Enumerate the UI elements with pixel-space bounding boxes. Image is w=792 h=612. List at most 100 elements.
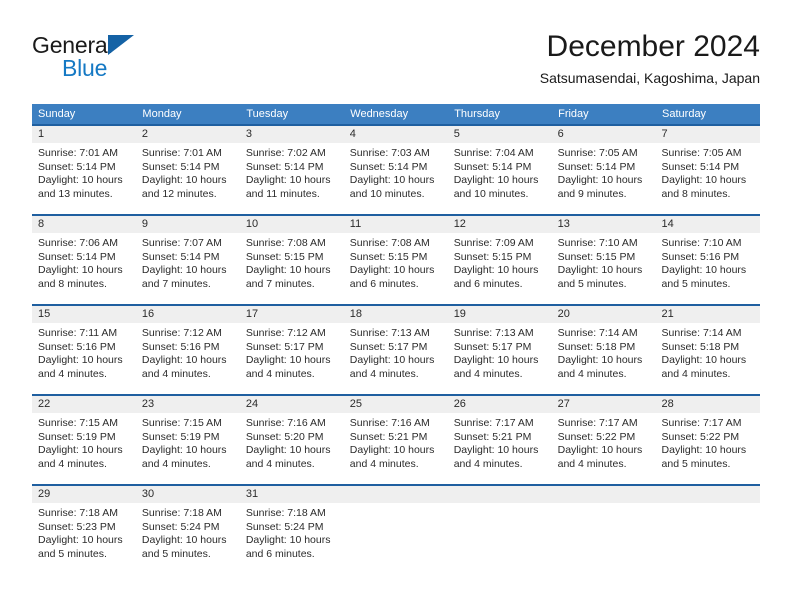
calendar-day-cell[interactable]: 28 Sunrise: 7:17 AM Sunset: 5:22 PM Dayligh… [655, 394, 760, 485]
day-details: Sunrise: 7:18 AM Sunset: 5:24 PM Daylight:… [240, 503, 344, 561]
day-details: Sunrise: 7:08 AM Sunset: 5:15 PM Daylight:… [344, 233, 448, 291]
sunset-text: Sunset: 5:15 PM [557, 250, 636, 263]
day-number [447, 486, 552, 503]
calendar-page: General Blue December 2024 Satsumasendai… [0, 0, 792, 612]
sunrise-text: Sunrise: 7:15 AM [38, 417, 118, 429]
calendar-day-cell[interactable]: 18 Sunrise: 7:13 AM Sunset: 5:17 PM Dayligh… [343, 304, 448, 395]
day-details: Sunrise: 7:14 AM Sunset: 5:18 PM Daylight:… [656, 323, 760, 381]
calendar-day-cell[interactable]: 12 Sunrise: 7:09 AM Sunset: 5:15 PM Dayligh… [447, 214, 552, 305]
sunrise-text: Sunrise: 7:12 AM [245, 327, 326, 339]
calendar-day-cell[interactable]: 10 Sunrise: 7:08 AM Sunset: 5:15 PM Dayligh… [239, 214, 344, 305]
calendar-week-row: 15 Sunrise: 7:11 AM Sunset: 5:16 PM Dayligh… [32, 304, 760, 395]
day-details: Sunrise: 7:18 AM Sunset: 5:23 PM Daylight:… [32, 503, 136, 561]
calendar-day-cell[interactable]: 19 Sunrise: 7:13 AM Sunset: 5:17 PM Dayligh… [447, 304, 552, 395]
sunrise-text: Sunrise: 7:17 AM [661, 417, 742, 429]
daylight-text: Daylight: 10 hours and 13 minutes. [38, 174, 123, 200]
calendar-day-cell[interactable]: 4 Sunrise: 7:03 AM Sunset: 5:14 PM Daylight… [343, 124, 448, 215]
calendar-day-cell[interactable]: 13 Sunrise: 7:10 AM Sunset: 5:15 PM Dayligh… [551, 214, 656, 305]
calendar-empty-cell [447, 484, 552, 574]
day-details: Sunrise: 7:04 AM Sunset: 5:14 PM Daylight:… [448, 143, 552, 201]
calendar-header-saturday: Saturday [655, 104, 760, 125]
sunrise-text: Sunrise: 7:17 AM [453, 417, 534, 429]
sunrise-text: Sunrise: 7:17 AM [557, 417, 638, 429]
sunset-text: Sunset: 5:24 PM [245, 520, 324, 533]
calendar-day-cell[interactable]: 29 Sunrise: 7:18 AM Sunset: 5:23 PM Dayligh… [32, 484, 136, 574]
calendar-day-cell[interactable]: 2 Sunrise: 7:01 AM Sunset: 5:14 PM Daylight… [135, 124, 240, 215]
day-details: Sunrise: 7:18 AM Sunset: 5:24 PM Daylight:… [136, 503, 240, 561]
brand-name-blue: Blue [62, 55, 108, 81]
calendar-day-cell[interactable]: 14 Sunrise: 7:10 AM Sunset: 5:16 PM Dayligh… [655, 214, 760, 305]
day-number: 5 [447, 126, 552, 143]
sunrise-text: Sunrise: 7:06 AM [38, 237, 118, 249]
day-number: 30 [135, 486, 240, 503]
daylight-text: Daylight: 10 hours and 10 minutes. [349, 174, 435, 200]
day-number: 21 [655, 306, 760, 323]
sunrise-text: Sunrise: 7:18 AM [38, 507, 118, 519]
calendar-day-cell[interactable]: 16 Sunrise: 7:12 AM Sunset: 5:16 PM Dayligh… [135, 304, 240, 395]
calendar-day-cell[interactable]: 21 Sunrise: 7:14 AM Sunset: 5:18 PM Dayligh… [655, 304, 760, 395]
day-number: 18 [343, 306, 448, 323]
daylight-text: Daylight: 10 hours and 4 minutes. [245, 444, 331, 470]
calendar-header-tuesday: Tuesday [239, 104, 345, 125]
calendar-day-cell[interactable]: 5 Sunrise: 7:04 AM Sunset: 5:14 PM Daylight… [447, 124, 552, 215]
day-number: 3 [239, 126, 344, 143]
calendar-day-cell[interactable]: 30 Sunrise: 7:18 AM Sunset: 5:24 PM Dayligh… [135, 484, 240, 574]
day-number: 29 [32, 486, 136, 503]
sunrise-text: Sunrise: 7:10 AM [557, 237, 638, 249]
calendar-day-cell[interactable]: 15 Sunrise: 7:11 AM Sunset: 5:16 PM Dayligh… [32, 304, 136, 395]
daylight-text: Daylight: 10 hours and 6 minutes. [245, 534, 331, 560]
daylight-text: Daylight: 10 hours and 6 minutes. [349, 264, 435, 290]
day-details: Sunrise: 7:10 AM Sunset: 5:16 PM Daylight:… [656, 233, 760, 291]
daylight-text: Daylight: 10 hours and 12 minutes. [141, 174, 227, 200]
calendar-day-cell[interactable]: 11 Sunrise: 7:08 AM Sunset: 5:15 PM Dayligh… [343, 214, 448, 305]
day-details: Sunrise: 7:12 AM Sunset: 5:16 PM Daylight:… [136, 323, 240, 381]
calendar-day-cell[interactable]: 3 Sunrise: 7:02 AM Sunset: 5:14 PM Daylight… [239, 124, 344, 215]
calendar-day-cell[interactable]: 27 Sunrise: 7:17 AM Sunset: 5:22 PM Dayligh… [551, 394, 656, 485]
sunrise-text: Sunrise: 7:11 AM [38, 327, 118, 339]
sunset-text: Sunset: 5:19 PM [141, 430, 220, 443]
day-details: Sunrise: 7:15 AM Sunset: 5:19 PM Daylight:… [32, 413, 136, 471]
sunset-text: Sunset: 5:14 PM [38, 250, 116, 263]
daylight-text: Daylight: 10 hours and 4 minutes. [453, 444, 539, 470]
day-details: Sunrise: 7:13 AM Sunset: 5:17 PM Daylight:… [448, 323, 552, 381]
daylight-text: Daylight: 10 hours and 4 minutes. [245, 354, 331, 380]
day-details: Sunrise: 7:08 AM Sunset: 5:15 PM Daylight:… [240, 233, 344, 291]
sunset-text: Sunset: 5:18 PM [661, 340, 740, 353]
day-details: Sunrise: 7:10 AM Sunset: 5:15 PM Daylight:… [552, 233, 656, 291]
calendar-day-cell[interactable]: 20 Sunrise: 7:14 AM Sunset: 5:18 PM Dayligh… [551, 304, 656, 395]
calendar-day-cell[interactable]: 6 Sunrise: 7:05 AM Sunset: 5:14 PM Daylight… [551, 124, 656, 215]
calendar-day-cell[interactable]: 8 Sunrise: 7:06 AM Sunset: 5:14 PM Daylight… [32, 214, 136, 305]
sunrise-text: Sunrise: 7:14 AM [661, 327, 742, 339]
calendar-day-cell[interactable]: 22 Sunrise: 7:15 AM Sunset: 5:19 PM Dayligh… [32, 394, 136, 485]
calendar-header-sunday: Sunday [32, 104, 137, 125]
sunset-text: Sunset: 5:16 PM [38, 340, 116, 353]
daylight-text: Daylight: 10 hours and 4 minutes. [349, 444, 435, 470]
sunrise-text: Sunrise: 7:12 AM [141, 327, 222, 339]
sunrise-text: Sunrise: 7:16 AM [245, 417, 326, 429]
daylight-text: Daylight: 10 hours and 4 minutes. [349, 354, 435, 380]
day-number: 22 [32, 396, 136, 413]
sunset-text: Sunset: 5:19 PM [38, 430, 116, 443]
daylight-text: Daylight: 10 hours and 5 minutes. [661, 444, 747, 470]
day-number [551, 486, 656, 503]
day-details: Sunrise: 7:02 AM Sunset: 5:14 PM Daylight:… [240, 143, 344, 201]
calendar-day-cell[interactable]: 17 Sunrise: 7:12 AM Sunset: 5:17 PM Dayligh… [239, 304, 344, 395]
calendar-week-row: 22 Sunrise: 7:15 AM Sunset: 5:19 PM Dayligh… [32, 394, 760, 485]
calendar-day-cell[interactable]: 24 Sunrise: 7:16 AM Sunset: 5:20 PM Dayligh… [239, 394, 344, 485]
day-details: Sunrise: 7:17 AM Sunset: 5:21 PM Daylight:… [448, 413, 552, 471]
calendar-day-cell[interactable]: 1 Sunrise: 7:01 AM Sunset: 5:14 PM Daylight… [32, 124, 136, 215]
day-details: Sunrise: 7:13 AM Sunset: 5:17 PM Daylight:… [344, 323, 448, 381]
sunset-text: Sunset: 5:17 PM [245, 340, 324, 353]
calendar-day-cell[interactable]: 23 Sunrise: 7:15 AM Sunset: 5:19 PM Dayligh… [135, 394, 240, 485]
calendar-day-cell[interactable]: 26 Sunrise: 7:17 AM Sunset: 5:21 PM Dayligh… [447, 394, 552, 485]
calendar-day-cell[interactable]: 7 Sunrise: 7:05 AM Sunset: 5:14 PM Daylight… [655, 124, 760, 215]
sunset-text: Sunset: 5:14 PM [453, 160, 532, 173]
day-details: Sunrise: 7:16 AM Sunset: 5:21 PM Daylight:… [344, 413, 448, 471]
sunrise-text: Sunrise: 7:14 AM [557, 327, 638, 339]
daylight-text: Daylight: 10 hours and 4 minutes. [38, 444, 123, 470]
calendar-day-cell[interactable]: 25 Sunrise: 7:16 AM Sunset: 5:21 PM Dayligh… [343, 394, 448, 485]
brand-logo[interactable]: General Blue [32, 32, 202, 88]
calendar-day-cell[interactable]: 31 Sunrise: 7:18 AM Sunset: 5:24 PM Dayligh… [239, 484, 344, 574]
sunset-text: Sunset: 5:14 PM [141, 250, 220, 263]
calendar-day-cell[interactable]: 9 Sunrise: 7:07 AM Sunset: 5:14 PM Daylight… [135, 214, 240, 305]
